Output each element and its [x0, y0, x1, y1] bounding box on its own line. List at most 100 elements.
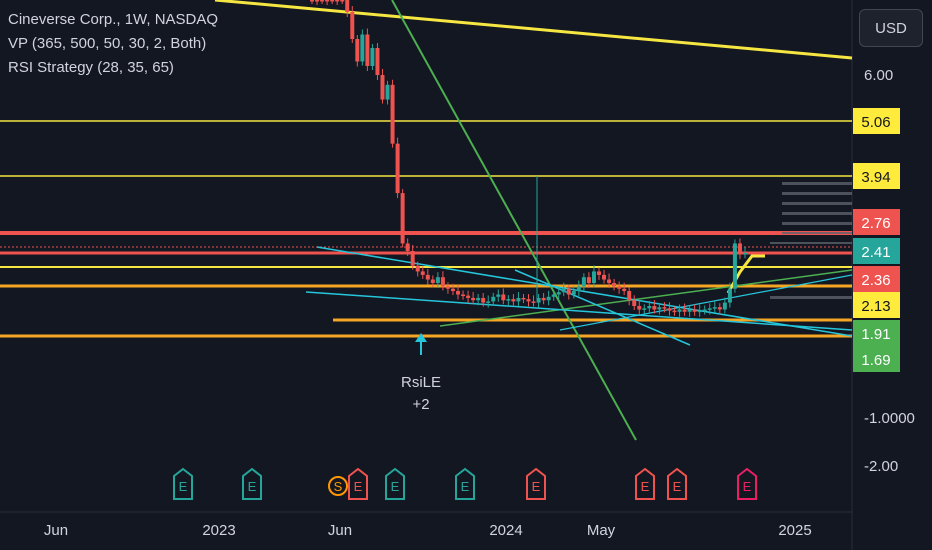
- candle-body: [702, 309, 707, 311]
- candle-body: [330, 0, 335, 2]
- candle-body: [556, 292, 561, 295]
- candle-body: [526, 299, 531, 302]
- candle-body: [335, 0, 340, 2]
- candle-body: [420, 271, 425, 275]
- volume-profile-bar: [770, 242, 852, 244]
- candle-body: [566, 288, 571, 295]
- candle-body: [561, 288, 566, 293]
- yellow-trend-line: [214, 0, 853, 60]
- candle-body: [667, 308, 672, 311]
- candle-body: [551, 294, 556, 297]
- volume-profile-bar: [782, 192, 852, 195]
- y-tick-label: -2.00: [864, 458, 898, 475]
- candle-body: [627, 291, 632, 301]
- event-marker-E: E: [526, 467, 546, 500]
- price-label: 2.41: [861, 244, 890, 261]
- candle-body: [511, 299, 516, 302]
- x-tick-label: 2025: [778, 522, 811, 539]
- candle-body: [445, 286, 450, 289]
- candle-body: [385, 84, 390, 100]
- candle-body: [370, 48, 375, 66]
- volume-profile-bar: [782, 212, 852, 215]
- currency-button[interactable]: USD: [859, 9, 923, 47]
- candle-body: [425, 274, 430, 280]
- volume-profile-bar: [782, 182, 852, 185]
- candle-body: [607, 279, 612, 283]
- candle-body: [642, 308, 647, 310]
- event-marker-E: E: [737, 467, 757, 500]
- candle-body: [435, 277, 440, 283]
- signal-quantity: +2: [412, 396, 429, 413]
- candle-body: [632, 300, 637, 307]
- x-tick-label: Jun: [44, 522, 68, 539]
- candle-body: [486, 301, 491, 303]
- candle-body: [722, 302, 727, 310]
- candle-body: [657, 307, 662, 310]
- candle-body: [727, 288, 732, 303]
- price-label: 2.13: [861, 298, 890, 315]
- candle-body: [450, 288, 455, 292]
- candle-body: [430, 279, 435, 283]
- candle-body: [617, 286, 622, 289]
- candle-body: [612, 282, 617, 287]
- volume-profile-bar: [782, 202, 852, 205]
- candle-body: [365, 34, 370, 66]
- event-letter: E: [673, 479, 682, 494]
- volume-profile-bar: [770, 296, 852, 299]
- price-label: 5.06: [861, 114, 890, 131]
- candle-body: [466, 295, 471, 298]
- candle-body: [355, 39, 360, 62]
- candle-body: [692, 309, 697, 312]
- candle-body: [325, 0, 330, 2]
- candle-body: [440, 277, 445, 287]
- price-chart[interactable]: RsiLE+2E E S E E E E E E EJun 2023 Jun 2024 May 20256.…: [0, 0, 932, 550]
- candle-body: [707, 308, 712, 310]
- candle-body: [481, 297, 486, 303]
- x-tick-label: Jun: [328, 522, 352, 539]
- candle-body: [672, 310, 677, 313]
- candle-body: [320, 0, 325, 2]
- candle-body: [591, 271, 596, 283]
- chart-legend: Cineverse Corp., 1W, NASDAQ VP (365, 500…: [8, 8, 218, 80]
- candle-body: [677, 309, 682, 312]
- event-letter: S: [334, 479, 343, 494]
- candle-body: [581, 277, 586, 287]
- candle-body: [471, 297, 476, 301]
- candle-body: [315, 0, 320, 2]
- candle-body: [491, 296, 496, 302]
- event-letter: E: [743, 479, 752, 494]
- candle-body: [461, 294, 466, 296]
- x-tick-label: 2023: [202, 522, 235, 539]
- candle-body: [546, 296, 551, 301]
- event-letter: E: [248, 479, 257, 494]
- x-tick-label: May: [587, 522, 616, 539]
- y-tick-label: 6.00: [864, 67, 893, 84]
- candle-body: [712, 307, 717, 309]
- event-marker-E: E: [242, 467, 262, 500]
- event-letter: E: [532, 479, 541, 494]
- event-letter: E: [641, 479, 650, 494]
- price-label: 1.91: [861, 326, 890, 343]
- candle-body: [602, 274, 607, 280]
- candle-body: [571, 291, 576, 295]
- candle-body: [476, 297, 481, 301]
- candle-body: [737, 243, 742, 255]
- candle-body: [516, 297, 521, 302]
- candle-body: [375, 48, 380, 75]
- candle-body: [496, 294, 501, 297]
- candle-body: [697, 310, 702, 313]
- candle-body: [531, 301, 536, 303]
- volume-profile-bar: [782, 232, 852, 234]
- candle-body: [405, 243, 410, 251]
- candle-body: [652, 306, 657, 310]
- event-marker-E: E: [667, 467, 687, 500]
- price-label: 1.69: [861, 352, 890, 369]
- candle-body: [541, 297, 546, 301]
- volume-profile-bar: [782, 222, 852, 225]
- event-marker-E: E: [173, 467, 193, 500]
- event-letter: E: [354, 479, 363, 494]
- candle-body: [350, 12, 355, 39]
- candle-body: [586, 277, 591, 283]
- event-marker-E: E: [635, 467, 655, 500]
- symbol-title: Cineverse Corp., 1W, NASDAQ: [8, 11, 219, 28]
